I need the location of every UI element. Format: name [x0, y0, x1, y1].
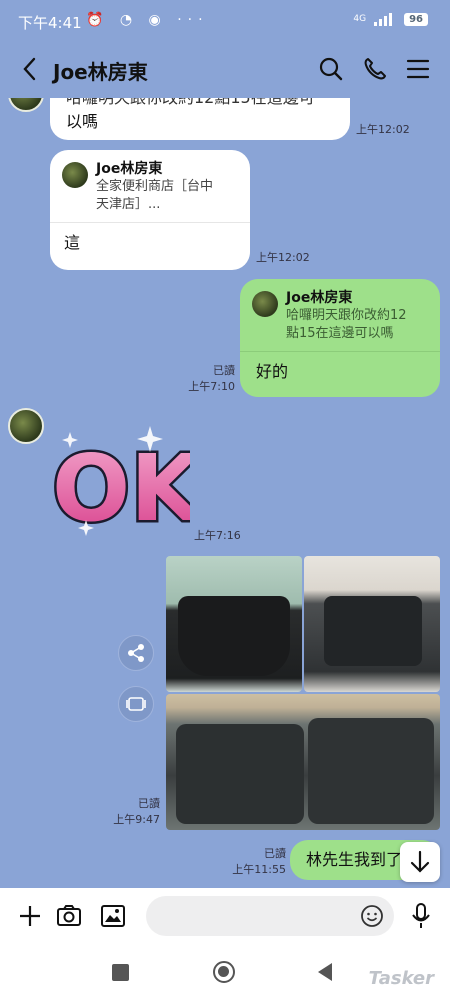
message-input[interactable] — [146, 896, 394, 936]
quote-text-line2: 天津店］... — [96, 197, 161, 212]
message-text: 以嗎 — [66, 112, 99, 131]
camera-icon[interactable] — [56, 903, 82, 929]
quote-avatar — [252, 291, 278, 317]
chat-area[interactable]: 哈囉明天跟你改約12點15在這邊可 以嗎 上午12:02 Joe林房東 全家便利… — [0, 98, 450, 888]
photo-thumbnail[interactable] — [166, 694, 440, 830]
message-text: 這 — [64, 233, 81, 252]
arrow-down-icon — [410, 850, 430, 873]
message-text: 林先生我到了 — [306, 850, 403, 869]
chat-title: Joe林房東 — [53, 60, 148, 84]
share-icon — [128, 644, 144, 662]
home-button[interactable] — [213, 961, 235, 983]
network-label: 4G — [353, 14, 367, 24]
message-time: 上午7:16 — [194, 529, 241, 542]
message-bubble[interactable]: 哈囉明天跟你改約12點15在這邊可 以嗎 — [50, 98, 350, 140]
signal-icon — [372, 12, 398, 26]
back-arrow-icon[interactable] — [18, 54, 42, 84]
message-time: 上午9:47 — [113, 813, 160, 826]
image-icon[interactable] — [100, 903, 126, 929]
recent-apps-button[interactable] — [112, 964, 129, 981]
battery-icon: 96 — [404, 12, 428, 26]
quote-text-line1: 哈囉明天跟你改約12 — [286, 308, 407, 323]
ok-sticker[interactable]: OK! — [50, 420, 190, 540]
video-icon — [126, 697, 146, 711]
mic-icon[interactable] — [410, 902, 432, 930]
message-time: 上午7:10 — [188, 380, 235, 393]
reply-bubble[interactable]: Joe林房東 全家便利商店［台中 天津店］... 這 — [50, 150, 250, 270]
message-read-status: 已讀 — [213, 364, 235, 377]
message-read-status: 已讀 — [138, 797, 160, 810]
message-time: 上午12:02 — [356, 123, 410, 136]
photo-thumbnail[interactable] — [166, 556, 302, 692]
avatar[interactable] — [8, 408, 44, 444]
message-text-partial: 哈囉明天跟你改約12點15在這邊可 — [66, 98, 334, 110]
message-text: 好的 — [256, 362, 289, 381]
scroll-to-bottom-button[interactable] — [400, 842, 440, 882]
reply-bubble-sent[interactable]: Joe林房東 哈囉明天跟你改約12 點15在這邊可以嗎 好的 — [240, 279, 440, 397]
sticker-text: OK! — [52, 435, 190, 540]
menu-icon[interactable] — [404, 55, 432, 83]
share-button[interactable] — [118, 635, 154, 671]
chat-header: Joe林房東 — [0, 40, 450, 98]
message-read-status: 已讀 — [264, 847, 286, 860]
tasker-watermark: Tasker — [368, 968, 434, 989]
quote-text-line1: 全家便利商店［台中 — [96, 179, 214, 194]
emoji-icon[interactable] — [360, 904, 384, 928]
photo-thumbnail[interactable] — [304, 556, 440, 692]
quote-text-line2: 點15在這邊可以嗎 — [286, 326, 394, 341]
message-time: 上午11:55 — [232, 863, 286, 876]
message-input-bar — [0, 888, 450, 944]
view-album-button[interactable] — [118, 686, 154, 722]
status-bar: 下午4:41 ⏰ ◔ ◉ ··· 4G 96 — [0, 0, 450, 40]
avatar[interactable] — [8, 98, 44, 112]
search-icon[interactable] — [317, 55, 345, 83]
quote-name: Joe林房東 — [286, 290, 353, 306]
status-right: 4G 96 — [353, 12, 428, 26]
message-time: 上午12:02 — [256, 251, 310, 264]
phone-icon[interactable] — [361, 55, 389, 83]
back-nav-button[interactable] — [316, 962, 334, 982]
plus-icon[interactable] — [18, 904, 42, 928]
quoted-message[interactable]: Joe林房東 全家便利商店［台中 天津店］... — [50, 150, 250, 222]
quoted-message[interactable]: Joe林房東 哈囉明天跟你改約12 點15在這邊可以嗎 — [240, 279, 440, 351]
quote-avatar — [62, 162, 88, 188]
notification-icons: ⏰ ◔ ◉ ··· — [86, 12, 209, 28]
status-time: 下午4:41 — [18, 14, 82, 32]
quote-name: Joe林房東 — [96, 161, 163, 177]
